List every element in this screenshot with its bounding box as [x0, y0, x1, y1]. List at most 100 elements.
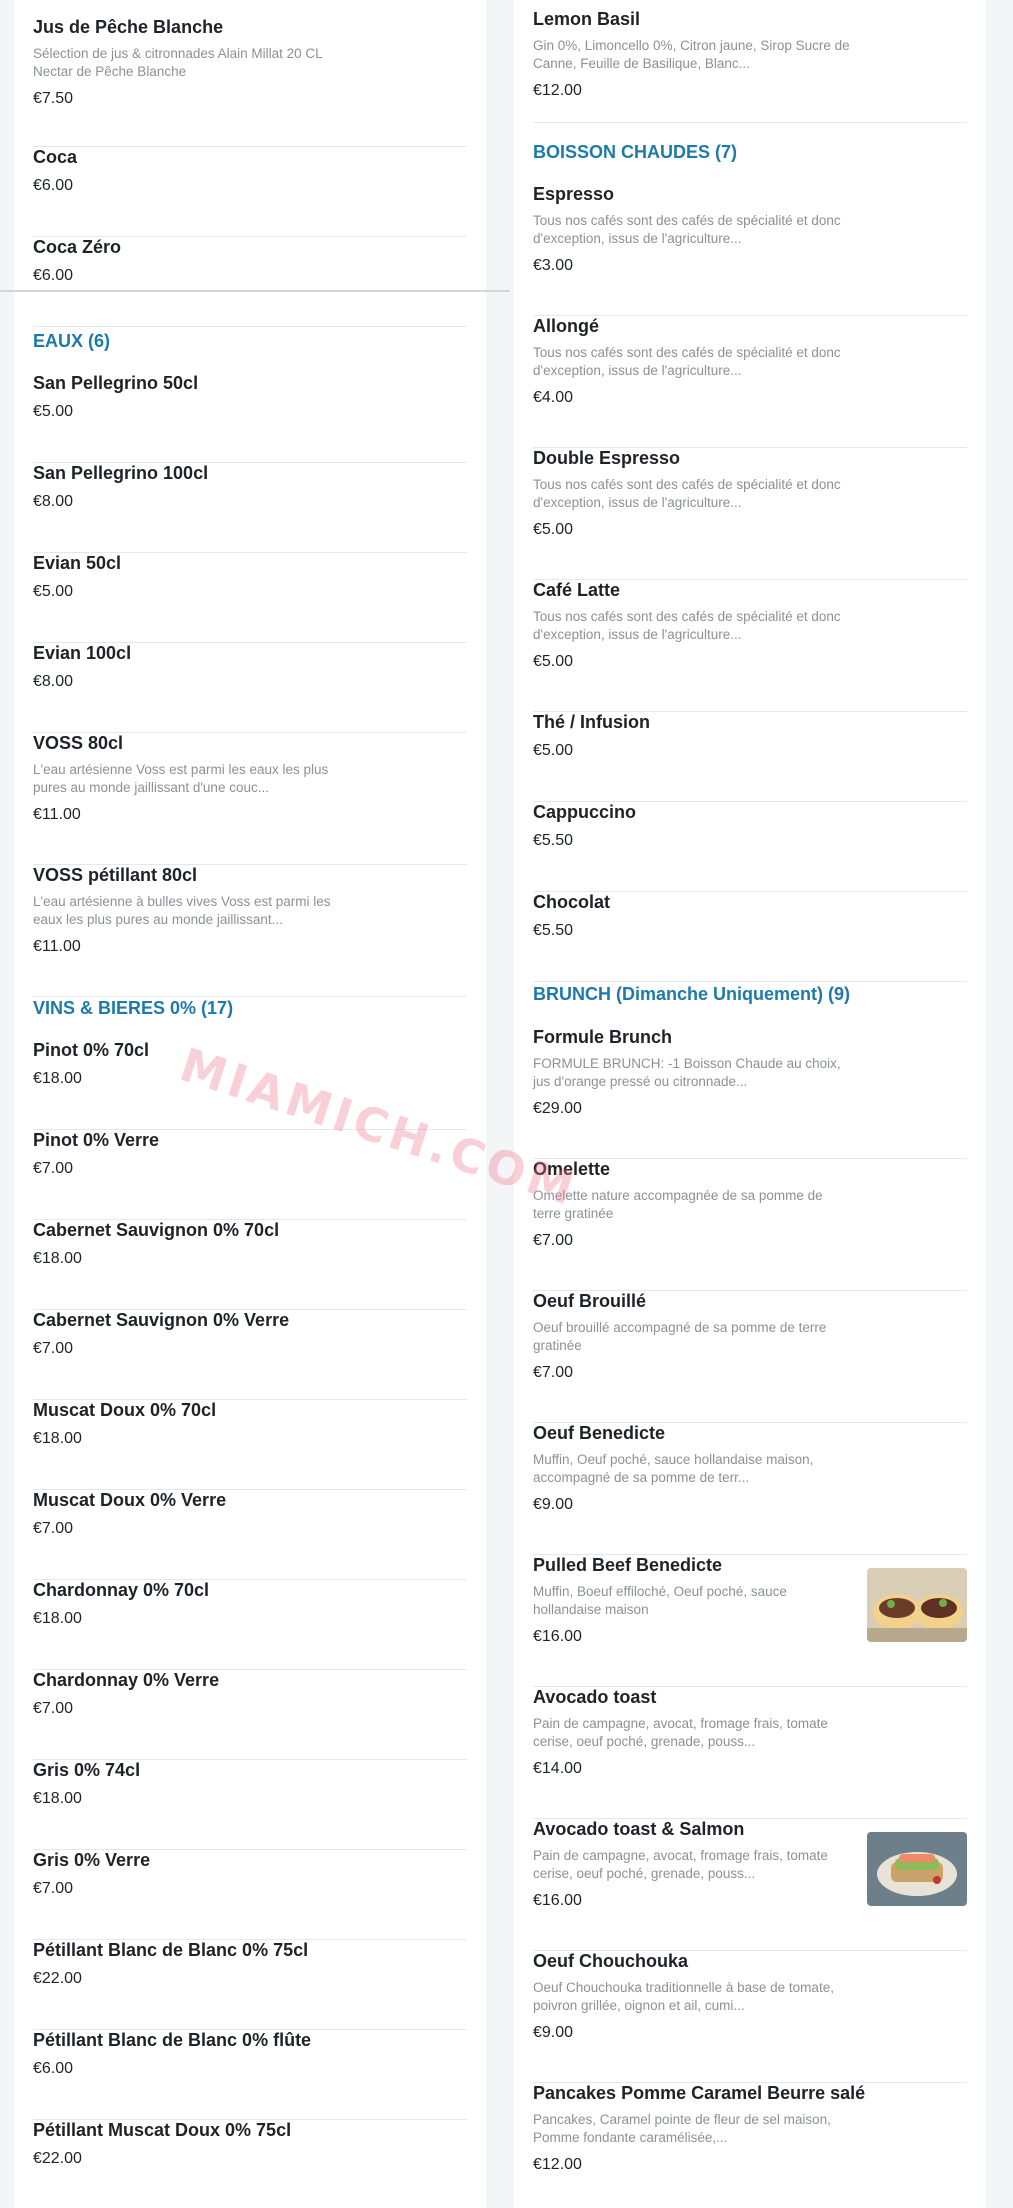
item-name: Cappuccino [533, 802, 637, 822]
item-price: €4.00 [533, 389, 574, 406]
item-name: Evian 50cl [33, 553, 122, 573]
menu-item[interactable]: Avocado toast Pain de campagne, avocat, f… [533, 1686, 967, 1819]
item-description: Tous nos cafés sont des cafés de spécial… [533, 345, 841, 378]
menu-item[interactable]: Oeuf Brouillé Oeuf brouillé accompagné de… [533, 1290, 967, 1423]
item-name: San Pellegrino 50cl [33, 373, 199, 393]
item-price: €6.00 [33, 2060, 74, 2077]
item-description: Oeuf brouillé accompagné de sa pomme de … [533, 1320, 827, 1353]
item-name: VOSS pétillant 80cl [33, 865, 198, 885]
item-name: Gris 0% 74cl [33, 1760, 141, 1780]
item-name: Pancakes Pomme Caramel Beurre salé [533, 2083, 866, 2103]
item-name: Pétillant Blanc de Blanc 0% flûte [33, 2030, 312, 2050]
item-price: €18.00 [33, 1250, 82, 1267]
item-name: Jus de Pêche Blanche [33, 17, 224, 37]
menu-item[interactable]: Cabernet Sauvignon 0% 70cl €18.00 [33, 1219, 467, 1310]
menu-item[interactable]: Coca Zéro €6.00 [33, 236, 467, 327]
item-price: €9.00 [533, 1496, 574, 1513]
item-name: Thé / Infusion [533, 712, 650, 732]
item-name: Oeuf Brouillé [533, 1291, 647, 1311]
item-name: Avocado toast [533, 1687, 657, 1707]
item-price: €5.00 [533, 521, 574, 538]
item-price: €18.00 [33, 1430, 82, 1447]
item-description: L'eau artésienne Voss est parmi les eaux… [33, 762, 329, 795]
menu-item[interactable]: Chocolat €5.50 [533, 891, 967, 982]
item-description: Oeuf Chouchouka traditionnelle à base de… [533, 1980, 834, 2013]
menu-item[interactable]: Pulled Beef Benedicte Muffin, Boeuf effil… [533, 1554, 967, 1687]
item-price: €11.00 [33, 938, 81, 955]
menu-item[interactable]: Allongé Tous nos cafés sont des cafés de … [533, 315, 967, 448]
menu-item[interactable]: Muscat Doux 0% Verre €7.00 [33, 1489, 467, 1580]
item-name: San Pellegrino 100cl [33, 463, 209, 483]
item-name: Cabernet Sauvignon 0% 70cl [33, 1220, 280, 1240]
item-name: Pétillant Blanc de Blanc 0% 75cl [33, 1940, 309, 1960]
item-price: €29.00 [533, 1100, 582, 1117]
item-price: €7.00 [33, 1520, 74, 1537]
item-name: Gris 0% Verre [33, 1850, 151, 1870]
menu-item[interactable]: Chardonnay 0% 70cl €18.00 [33, 1579, 467, 1670]
item-price: €22.00 [33, 1970, 82, 1987]
item-price: €18.00 [33, 1610, 82, 1627]
menu-item[interactable]: Thé / Infusion €5.00 [533, 711, 967, 802]
item-price: €7.00 [33, 1880, 74, 1897]
item-name: Chardonnay 0% 70cl [33, 1580, 210, 1600]
item-name: Allongé [533, 316, 599, 336]
item-price: €7.00 [533, 1364, 574, 1381]
menu-item[interactable]: Double Espresso Tous nos cafés sont des c… [533, 447, 967, 580]
dish-photo[interactable] [867, 1832, 967, 1906]
item-price: €8.00 [33, 493, 74, 510]
dish-photo[interactable] [867, 1568, 967, 1642]
item-description: Tous nos cafés sont des cafés de spécial… [533, 477, 841, 510]
menu-item[interactable]: Café Latte Tous nos cafés sont des cafés … [533, 579, 967, 712]
menu-item[interactable]: Oeuf Chouchouka Oeuf Chouchouka tradition… [533, 1950, 967, 2083]
item-price: €5.00 [533, 653, 574, 670]
item-name: Lemon Basil [533, 9, 641, 29]
menu-item[interactable]: Pétillant Blanc de Blanc 0% flûte €6.00 [33, 2029, 467, 2120]
item-price: €7.00 [33, 1700, 74, 1717]
item-description: Pancakes, Caramel pointe de fleur de sel… [533, 2112, 831, 2145]
item-price: €9.00 [533, 2024, 574, 2041]
item-name: Pulled Beef Benedicte [533, 1555, 723, 1575]
item-description: Pain de campagne, avocat, fromage frais,… [533, 1848, 828, 1881]
menu-item[interactable]: Gris 0% 74cl €18.00 [33, 1759, 467, 1850]
item-description: Muffin, Oeuf poché, sauce hollandaise ma… [533, 1452, 814, 1485]
menu-item[interactable]: Coca €6.00 [33, 146, 467, 237]
menu-item[interactable]: Omelette Omelette nature accompagnée de s… [533, 1158, 967, 1291]
item-price: €6.00 [33, 267, 74, 284]
menu-item[interactable]: Avocado toast & Salmon Pain de campagne, … [533, 1818, 967, 1951]
item-price: €5.00 [33, 403, 74, 420]
item-name: Omelette [533, 1159, 611, 1179]
menu-item[interactable]: Chardonnay 0% Verre €7.00 [33, 1669, 467, 1760]
menu-item[interactable]: Jus de Pêche Blanche Sélection de jus & c… [33, 16, 467, 147]
menu-item[interactable]: Gris 0% Verre €7.00 [33, 1849, 467, 1940]
menu-item[interactable]: VOSS pétillant 80cl L'eau artésienne à bu… [33, 864, 467, 997]
item-name: Coca Zéro [33, 237, 122, 257]
menu-item[interactable]: Formule Brunch FORMULE BRUNCH: -1 Boisson… [533, 1026, 967, 1159]
item-description: Tous nos cafés sont des cafés de spécial… [533, 609, 841, 642]
item-name: Muscat Doux 0% 70cl [33, 1400, 217, 1420]
category-header: BRUNCH (Dimanche Uniquement) (9) [533, 984, 851, 1004]
item-price: €5.00 [533, 742, 574, 759]
menu-item[interactable]: VOSS 80cl L'eau artésienne Voss est parmi… [33, 732, 467, 865]
menu-item[interactable]: Lemon Basil Gin 0%, Limoncello 0%, Citron… [533, 8, 967, 123]
item-price: €11.00 [33, 806, 81, 823]
item-name: Coca [33, 147, 78, 167]
menu-item[interactable]: Pétillant Blanc de Blanc 0% 75cl €22.00 [33, 1939, 467, 2030]
item-price: €12.00 [533, 82, 582, 99]
item-name: Cabernet Sauvignon 0% Verre [33, 1310, 290, 1330]
menu-item[interactable]: Oeuf Benedicte Muffin, Oeuf poché, sauce … [533, 1422, 967, 1555]
menu-item[interactable]: San Pellegrino 50cl €5.00 [33, 372, 467, 463]
item-price: €7.00 [533, 1232, 574, 1249]
item-name: VOSS 80cl [33, 733, 124, 753]
menu-item[interactable]: Espresso Tous nos cafés sont des cafés de… [533, 183, 967, 316]
menu-item[interactable]: Muscat Doux 0% 70cl €18.00 [33, 1399, 467, 1490]
item-name: Double Espresso [533, 448, 681, 468]
menu-item[interactable]: San Pellegrino 100cl €8.00 [33, 462, 467, 553]
menu-item[interactable]: Pancakes Pomme Caramel Beurre salé Pancak… [533, 2082, 967, 2208]
menu-item[interactable]: Pétillant Muscat Doux 0% 75cl €22.00 [33, 2119, 467, 2208]
menu-item[interactable]: Evian 50cl €5.00 [33, 552, 467, 643]
category-header: BOISSON CHAUDES (7) [533, 142, 738, 162]
menu-item[interactable]: Cappuccino €5.50 [533, 801, 967, 892]
menu-item[interactable]: Cabernet Sauvignon 0% Verre €7.00 [33, 1309, 467, 1400]
menu-item[interactable]: Evian 100cl €8.00 [33, 642, 467, 733]
item-name: Oeuf Chouchouka [533, 1951, 689, 1971]
